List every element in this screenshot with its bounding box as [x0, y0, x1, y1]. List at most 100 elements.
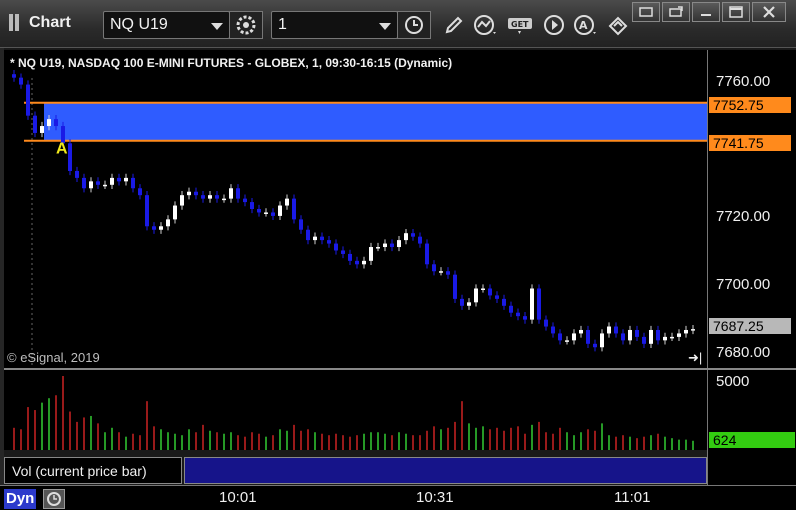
- price-tick: 7700.00: [716, 276, 771, 293]
- symbol-value: NQ U19: [110, 16, 168, 33]
- candle-body: [159, 226, 163, 230]
- alert-icon[interactable]: A: [573, 12, 599, 38]
- candle-body: [306, 229, 310, 241]
- chevron-down-icon[interactable]: [211, 23, 223, 30]
- studies-icon[interactable]: [473, 12, 499, 38]
- candle-body: [460, 298, 464, 306]
- candle-body: [138, 188, 142, 196]
- candle-body: [75, 170, 79, 178]
- symbol-selector[interactable]: NQ U19: [103, 11, 263, 39]
- interval-value: 1: [278, 16, 287, 33]
- symbol-settings-icon[interactable]: [229, 11, 263, 39]
- candle-body: [593, 343, 597, 348]
- candle-body: [334, 243, 338, 251]
- study-name: Vol (current price bar): [12, 463, 147, 479]
- candle-body: [474, 288, 478, 303]
- link-icon[interactable]: [605, 12, 631, 38]
- clock-icon[interactable]: [397, 11, 431, 39]
- candle-body: [663, 336, 667, 341]
- go-to-end-icon[interactable]: ➜|: [688, 350, 702, 366]
- volume-chart: [13, 376, 694, 450]
- candle-body: [187, 191, 191, 196]
- pencil-icon[interactable]: [441, 12, 467, 38]
- candle-body: [495, 295, 499, 299]
- candle-body: [341, 250, 345, 254]
- candle-body: [369, 247, 373, 261]
- candle-body: [145, 195, 149, 227]
- candle-body: [26, 84, 30, 116]
- candle-body: [530, 288, 534, 320]
- candle-body: [649, 329, 653, 344]
- candle-body: [376, 247, 380, 249]
- marker-label: A: [56, 141, 68, 158]
- candle-body: [656, 329, 660, 341]
- candle-body: [89, 181, 93, 189]
- candle-body: [292, 198, 296, 220]
- minimize-button[interactable]: [692, 2, 720, 22]
- play-icon[interactable]: [541, 12, 567, 38]
- price-tick: 7760.00: [716, 73, 771, 90]
- candle-body: [166, 219, 170, 227]
- candle-body: [40, 126, 44, 133]
- candle-body: [348, 253, 352, 261]
- candle-body: [250, 202, 254, 209]
- price-tick: 7680.00: [716, 344, 771, 361]
- candle-body: [628, 329, 632, 341]
- candle-body: [285, 198, 289, 206]
- chevron-down-icon[interactable]: [379, 23, 391, 30]
- candle-body: [425, 243, 429, 265]
- candle-body: [131, 177, 135, 189]
- candle-body: [537, 288, 541, 320]
- candle-body: [208, 195, 212, 199]
- candle-body: [614, 326, 618, 334]
- candle-body: [362, 260, 366, 265]
- candle-body: [390, 243, 394, 248]
- candle-body: [236, 188, 240, 199]
- candle-body: [124, 177, 128, 182]
- price-pane[interactable]: A * NQ U19, NASDAQ 100 E-MINI FUTURES - …: [4, 50, 707, 368]
- study-label[interactable]: Vol (current price bar) ×: [4, 454, 193, 484]
- candle-body: [670, 336, 674, 339]
- zone-rectangle[interactable]: [44, 102, 707, 141]
- title-toolbar: Chart NQ U19 1 GET A: [0, 0, 796, 48]
- candle-body: [607, 326, 611, 334]
- restore-button[interactable]: [662, 2, 690, 22]
- candle-body: [635, 329, 639, 337]
- maximize-button[interactable]: [722, 2, 750, 22]
- time-axis[interactable]: Dyn 10:01 10:31 11:01: [0, 485, 796, 510]
- candle-body: [397, 240, 401, 248]
- candle-body: [509, 305, 513, 313]
- time-tick: 11:01: [614, 489, 651, 506]
- dock-button[interactable]: [632, 2, 660, 22]
- candle-body: [558, 333, 562, 341]
- current-volume-badge: 624: [709, 432, 795, 448]
- candle-body: [383, 243, 387, 248]
- time-mode-label[interactable]: Dyn: [4, 489, 37, 509]
- svg-text:A: A: [579, 19, 588, 32]
- get-data-icon[interactable]: GET: [506, 12, 536, 38]
- candle-body: [684, 329, 688, 334]
- candle-body: [173, 205, 177, 220]
- volume-pane[interactable]: [4, 370, 707, 450]
- price-tick: 7720.00: [716, 208, 771, 225]
- interval-selector[interactable]: 1: [271, 11, 431, 39]
- chart-header: * NQ U19, NASDAQ 100 E-MINI FUTURES - GL…: [10, 56, 453, 70]
- candle-body: [264, 212, 268, 214]
- candle-body: [180, 195, 184, 206]
- candle-body: [544, 319, 548, 327]
- candle-body: [278, 205, 282, 216]
- candle-body: [439, 271, 443, 273]
- candle-body: [516, 312, 520, 317]
- time-mode-icon[interactable]: [43, 489, 65, 509]
- candle-body: [404, 233, 408, 241]
- price-axis[interactable]: 7760.00 7720.00 7700.00 7680.00 7752.75 …: [707, 50, 796, 368]
- candle-body: [621, 333, 625, 341]
- candle-body: [117, 177, 121, 182]
- candle-body: [327, 240, 331, 244]
- candle-body: [418, 236, 422, 244]
- candle-body: [551, 326, 555, 334]
- candle-body: [243, 198, 247, 203]
- candle-body: [33, 115, 37, 133]
- study-area: [184, 457, 707, 484]
- close-button[interactable]: [752, 2, 786, 22]
